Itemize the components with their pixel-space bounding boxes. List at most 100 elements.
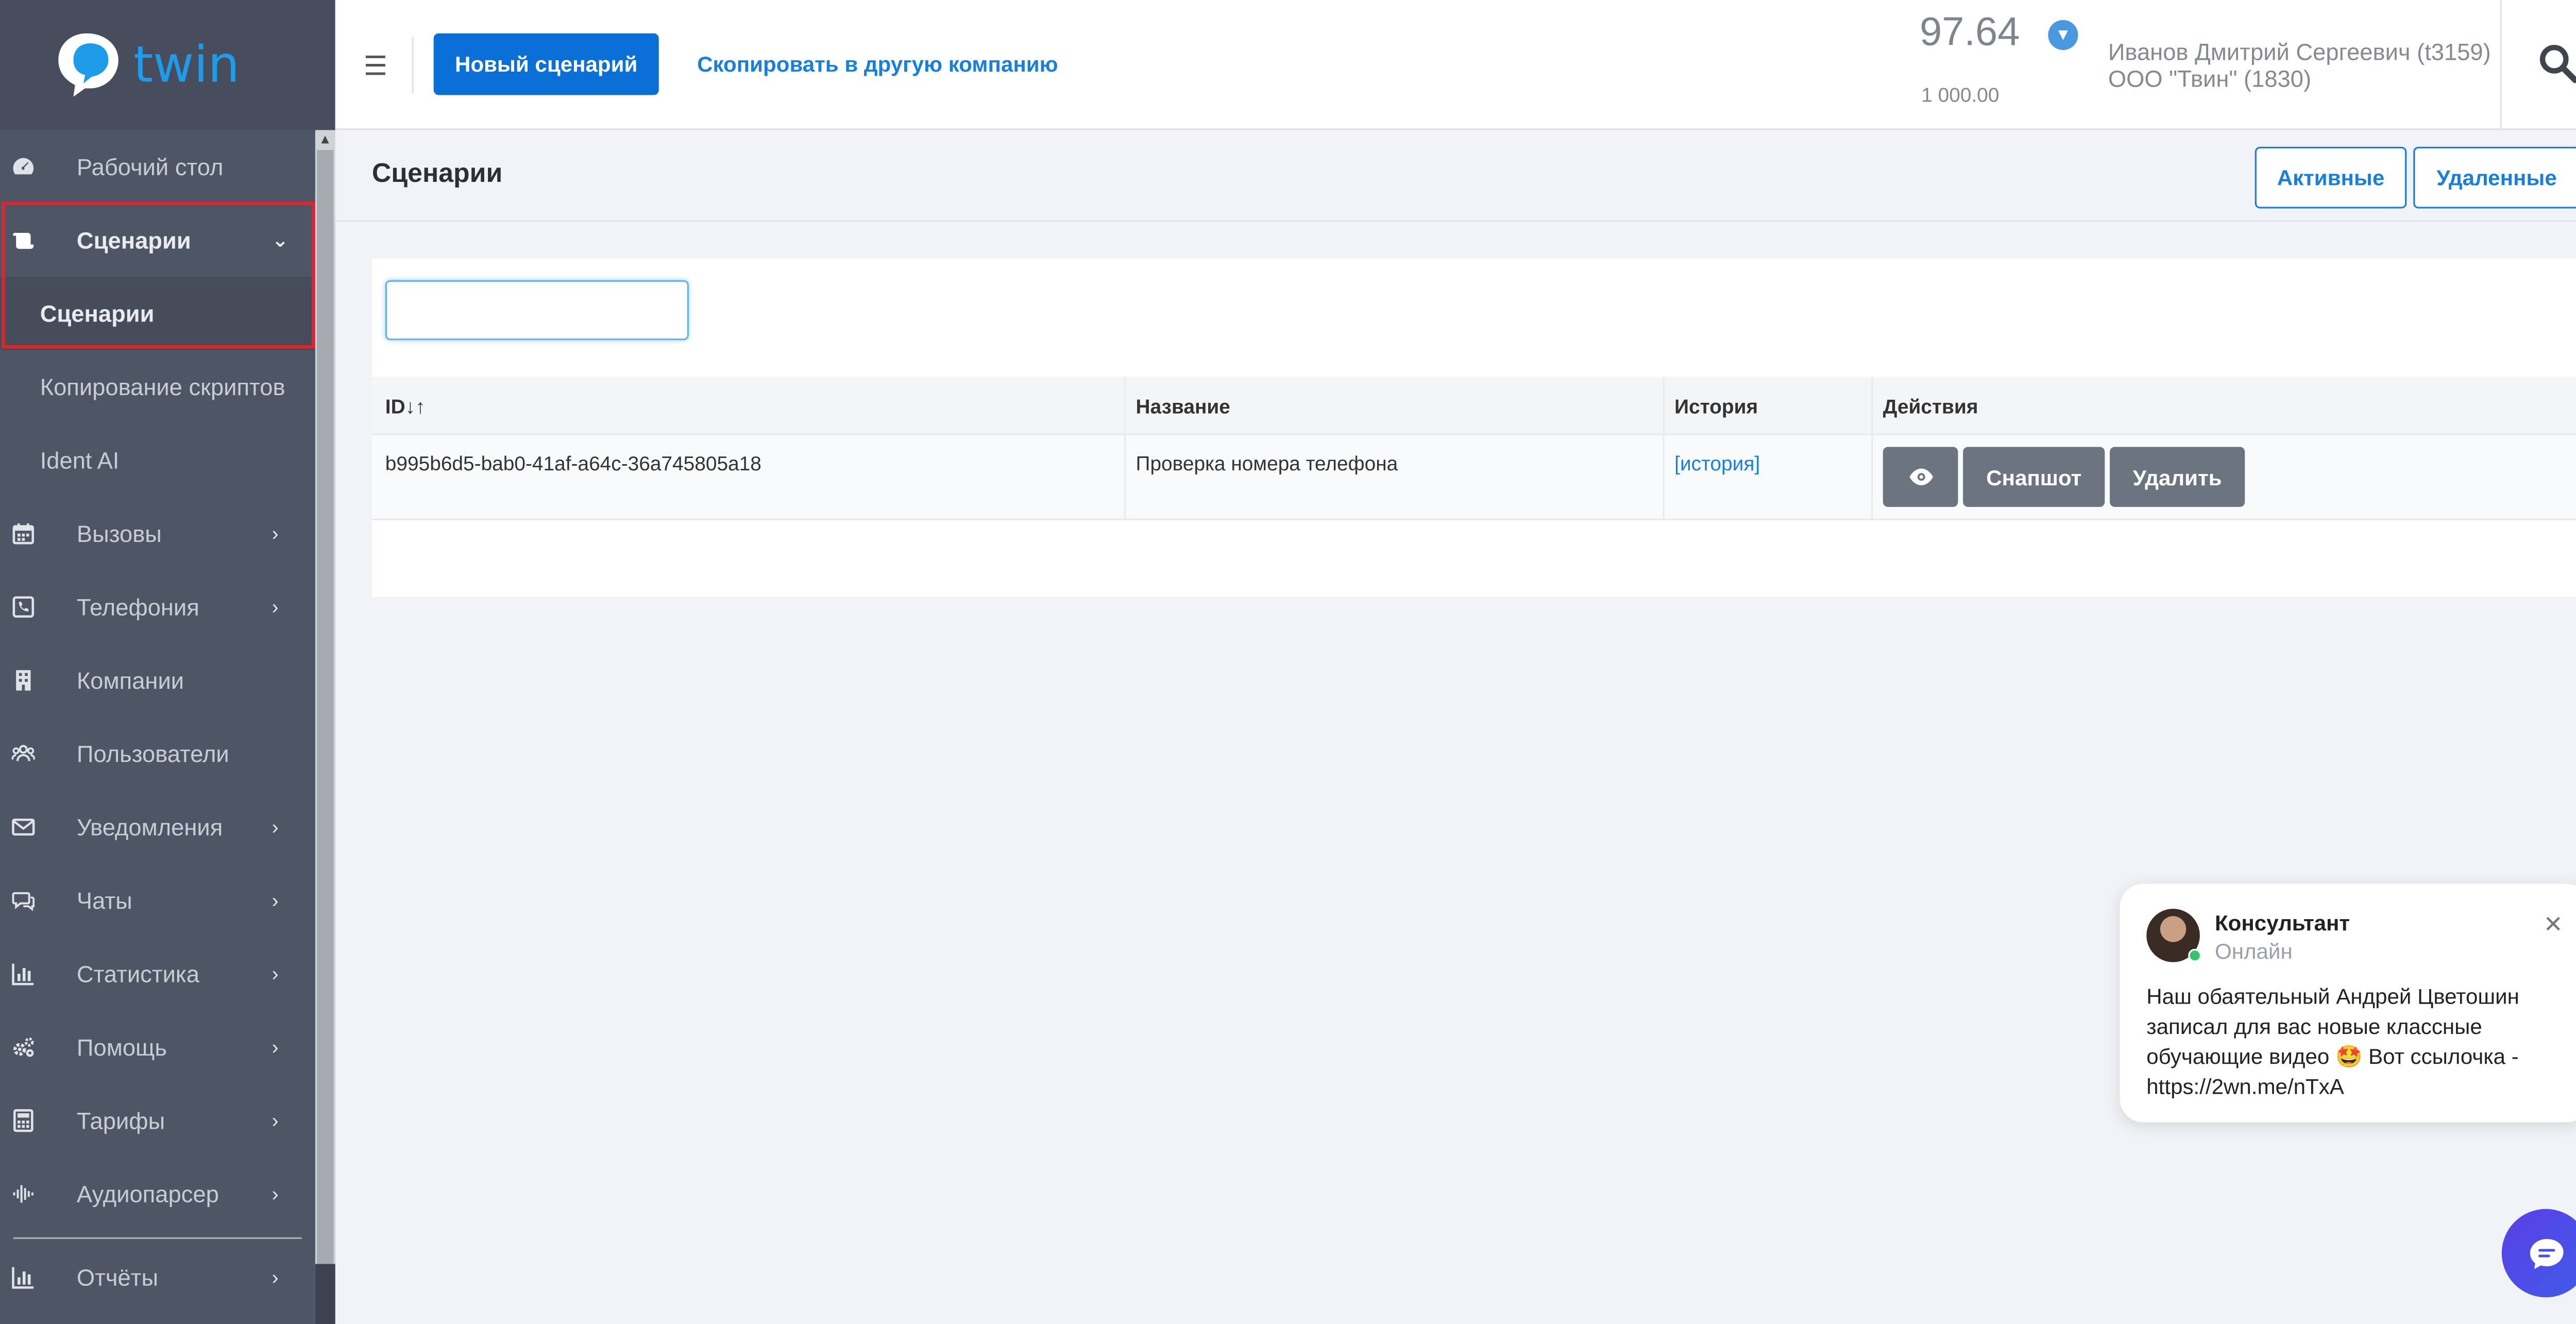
sidebar-item-telephony[interactable]: Телефония › bbox=[0, 570, 315, 643]
sidebar-item-label: Рабочий стол bbox=[76, 153, 224, 180]
sidebar-item-statistics[interactable]: Статистика › bbox=[0, 937, 315, 1010]
logo-text: twin bbox=[133, 36, 240, 94]
users-icon bbox=[10, 740, 37, 767]
top-header: ☰ Новый сценарий Скопировать в другую ко… bbox=[335, 0, 2576, 130]
sidebar-item-chats[interactable]: Чаты › bbox=[0, 864, 315, 937]
sidebar-item-label: Аудиопарсер bbox=[76, 1180, 219, 1208]
chat-launcher-button[interactable] bbox=[2501, 1209, 2576, 1298]
chevron-right-icon: › bbox=[272, 1109, 279, 1132]
column-header-history: История bbox=[1674, 395, 1758, 419]
chevron-right-icon: › bbox=[272, 522, 279, 546]
sidebar-item-label: Статистика bbox=[76, 960, 199, 988]
scenarios-icon bbox=[10, 227, 37, 253]
chat-icon bbox=[10, 887, 37, 914]
scroll-up-arrow-icon[interactable]: ▲ bbox=[318, 132, 332, 148]
sidebar-item-dashboard[interactable]: Рабочий стол bbox=[0, 130, 315, 203]
sidebar-item-help[interactable]: Помощь › bbox=[0, 1011, 315, 1084]
view-button[interactable] bbox=[1883, 447, 1958, 507]
chevron-right-icon: › bbox=[272, 889, 279, 912]
close-icon[interactable]: ✕ bbox=[2544, 910, 2563, 939]
user-name[interactable]: Иванов Дмитрий Сергеевич (t3159) bbox=[2108, 38, 2491, 65]
sidebar-item-label: Сценарии bbox=[76, 227, 191, 253]
new-scenario-button[interactable]: Новый сценарий bbox=[433, 33, 659, 95]
copy-to-company-link[interactable]: Скопировать в другую компанию bbox=[697, 52, 1058, 77]
header-separator bbox=[412, 37, 414, 94]
sidebar-item-label: Сценарии bbox=[40, 300, 155, 327]
chevron-right-icon: › bbox=[272, 815, 279, 839]
tab-deleted[interactable]: Удаленные bbox=[2413, 146, 2576, 209]
chat-agent-status: Онлайн bbox=[2215, 939, 2293, 964]
sidebar-item-scenarios[interactable]: Сценарии ⌄ bbox=[0, 203, 315, 277]
sidebar-item-notifications[interactable]: Уведомления › bbox=[0, 790, 315, 863]
sidebar-item-label: Ident AI bbox=[40, 447, 120, 474]
chat-agent-name: Консультант bbox=[2215, 910, 2350, 936]
sidebar-subitem-ident-ai[interactable]: Ident AI bbox=[0, 423, 315, 497]
column-header-actions: Действия bbox=[1883, 395, 1978, 419]
gears-icon bbox=[10, 1034, 37, 1061]
sidebar-item-calls[interactable]: Вызовы › bbox=[0, 497, 315, 570]
chevron-right-icon: › bbox=[272, 595, 279, 619]
phone-icon bbox=[10, 593, 37, 620]
sidebar-item-label: Телефония bbox=[76, 593, 199, 621]
sidebar-subitem-scenarios[interactable]: Сценарии bbox=[0, 277, 315, 350]
column-divider bbox=[1124, 377, 1126, 520]
sidebar-item-label: Отчёты bbox=[76, 1264, 159, 1291]
history-link[interactable]: [история] bbox=[1674, 452, 1760, 475]
delete-button[interactable]: Удалить bbox=[2110, 447, 2245, 507]
tab-active[interactable]: Активные bbox=[2255, 146, 2407, 209]
scenarios-panel: ID↓↑ Название История Действия b995b6d5-… bbox=[371, 258, 2576, 597]
sidebar-item-label: Копирование скриптов bbox=[40, 374, 285, 400]
balance-value: 97.64 bbox=[1920, 10, 2020, 55]
sidebar-item-label: Чаты bbox=[76, 887, 132, 914]
sidebar-item-label: Уведомления bbox=[76, 813, 223, 841]
sidebar-item-users[interactable]: Пользователи bbox=[0, 717, 315, 790]
sidebar-item-label: Вызовы bbox=[76, 520, 162, 547]
column-header-label: ID bbox=[385, 395, 405, 419]
column-header-id[interactable]: ID↓↑ bbox=[385, 395, 426, 418]
search-icon[interactable] bbox=[2537, 42, 2576, 85]
column-divider bbox=[1871, 377, 1873, 520]
sidebar-divider bbox=[13, 1237, 302, 1239]
logo-area: twin bbox=[0, 0, 335, 130]
header-separator bbox=[2500, 0, 2502, 130]
chevron-right-icon: › bbox=[272, 1036, 279, 1059]
bar-chart-icon bbox=[10, 960, 37, 987]
sidebar-scrollbar[interactable]: ▲ bbox=[315, 130, 335, 1324]
envelope-icon bbox=[10, 814, 37, 841]
chevron-down-icon: ⌄ bbox=[272, 228, 289, 252]
dashboard-icon bbox=[10, 154, 37, 180]
audio-wave-icon bbox=[10, 1181, 37, 1208]
column-divider bbox=[1663, 377, 1665, 520]
sidebar-item-label: Помощь bbox=[76, 1033, 167, 1061]
sidebar-item-reports[interactable]: Отчёты › bbox=[0, 1241, 315, 1314]
chat-popup[interactable]: Консультант Онлайн ✕ Наш обаятельный Анд… bbox=[2120, 884, 2576, 1123]
sidebar: twin Рабочий стол Сценарии ⌄ Сценарии Ко… bbox=[0, 0, 335, 1324]
building-icon bbox=[10, 667, 37, 694]
eye-icon bbox=[1908, 468, 1933, 485]
sidebar-item-label: Тарифы bbox=[76, 1107, 165, 1134]
scrollbar-track-end bbox=[315, 1264, 335, 1324]
scrollbar-thumb[interactable] bbox=[317, 150, 334, 1264]
sidebar-item-label: Компании bbox=[76, 667, 184, 694]
balance-dropdown-icon[interactable]: ▼ bbox=[2048, 20, 2078, 50]
sidebar-subitem-copy-scripts[interactable]: Копирование скриптов bbox=[0, 350, 315, 423]
chevron-right-icon: › bbox=[272, 1265, 279, 1289]
calculator-icon bbox=[10, 1107, 37, 1134]
sort-icon[interactable]: ↓↑ bbox=[405, 395, 426, 418]
user-company[interactable]: ООО "Твин" (1830) bbox=[2108, 65, 2311, 92]
page-title: Сценарии bbox=[371, 160, 503, 189]
hamburger-menu-icon[interactable]: ☰ bbox=[364, 50, 387, 83]
online-status-dot bbox=[2188, 948, 2202, 962]
sidebar-item-audioparser[interactable]: Аудиопарсер › bbox=[0, 1157, 315, 1230]
filter-input[interactable] bbox=[385, 280, 689, 341]
twin-logo[interactable]: twin bbox=[57, 27, 290, 100]
column-header-name: Название bbox=[1136, 395, 1230, 419]
sidebar-item-companies[interactable]: Компании bbox=[0, 643, 315, 717]
chat-message: Наш обаятельный Андрей Цветошин записал … bbox=[2146, 983, 2519, 1099]
calendar-icon bbox=[10, 520, 37, 547]
snapshot-button[interactable]: Снапшот bbox=[1963, 447, 2105, 507]
cell-name: Проверка номера телефона bbox=[1136, 452, 1398, 476]
table-row: b995b6d5-bab0-41af-a64c-36a745805a18 Про… bbox=[371, 435, 2576, 520]
credit-value: 1 000.00 bbox=[1921, 83, 1999, 107]
sidebar-item-tariffs[interactable]: Тарифы › bbox=[0, 1084, 315, 1157]
